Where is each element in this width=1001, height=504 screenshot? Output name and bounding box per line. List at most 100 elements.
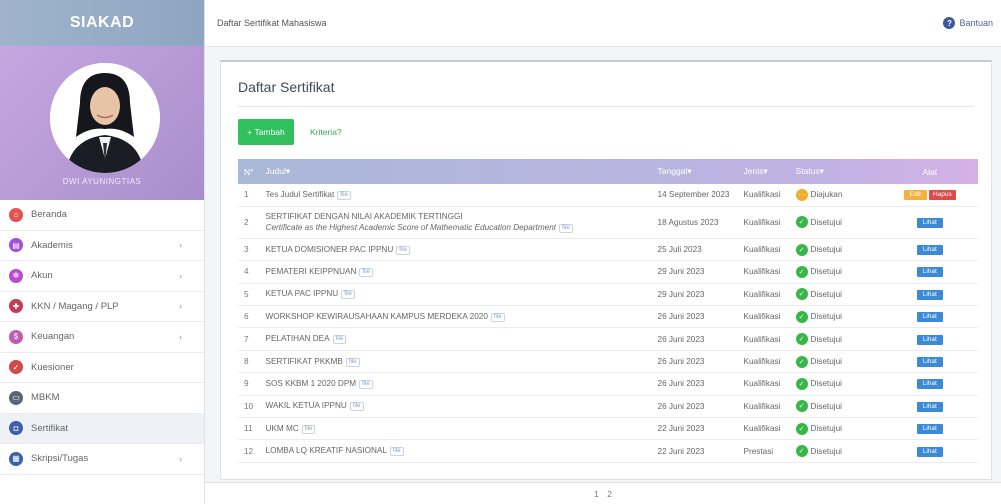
column-header-jenis-label: Jenis xyxy=(743,166,764,176)
file-icon[interactable]: file xyxy=(490,312,505,322)
cell-alat: Lihat xyxy=(881,417,978,441)
check-icon: ✓ xyxy=(795,377,808,390)
wallet-icon: $ xyxy=(9,329,23,344)
view-button[interactable]: Lihat xyxy=(916,312,943,323)
cell-status: ✓ Disetujui xyxy=(789,206,882,239)
view-button[interactable]: Lihat xyxy=(916,217,943,228)
status-label: Disetujui xyxy=(810,217,842,227)
row-number: 12 xyxy=(238,439,260,463)
avatar xyxy=(50,63,160,173)
column-header-judul[interactable]: Judul▾ xyxy=(260,159,652,184)
row-number: 7 xyxy=(238,327,260,351)
column-header-jenis[interactable]: Jenis▾ xyxy=(738,159,790,184)
cell-jenis: Kualifikasi xyxy=(737,372,790,396)
divider xyxy=(238,106,974,107)
sidebar-item-label: Kuesioner xyxy=(31,361,74,373)
table-row: 11 UKM MC file 22 Juni 2023 Kualifikasi ✓ Dise… xyxy=(238,417,978,441)
file-icon[interactable]: file xyxy=(559,223,573,233)
sidebar: SIAKAD DWI AYUNINGTIAS ⌂ Beranda ▤ Akademis… xyxy=(0,0,205,504)
help-link[interactable]: ? Bantuan xyxy=(943,17,993,29)
page-title: Daftar Sertifikat xyxy=(238,79,335,95)
breadcrumb: Daftar Sertifikat Mahasiswa xyxy=(217,18,327,28)
file-icon[interactable]: file xyxy=(341,290,355,300)
view-button[interactable]: Lihat xyxy=(916,401,943,412)
file-icon[interactable]: file xyxy=(359,379,373,389)
file-icon[interactable]: file xyxy=(349,402,364,412)
table-header-row: N° Judul▾ Tanggal▾ Jenis▾ Status▾ Alat xyxy=(238,159,978,184)
cell-status: ✓ Disetujui xyxy=(789,327,882,351)
cell-jenis: Kualifikasi xyxy=(737,350,790,374)
file-icon[interactable]: file xyxy=(389,447,404,457)
row-number: 1 xyxy=(238,184,260,207)
view-button[interactable]: Lihat xyxy=(916,424,943,435)
certificate-icon: ◘ xyxy=(9,421,23,436)
sidebar-item-beranda[interactable]: ⌂ Beranda xyxy=(0,200,204,231)
sidebar-item-akun[interactable]: ✻ Akun › xyxy=(0,261,204,292)
view-button[interactable]: Lihat xyxy=(916,357,943,368)
cell-tanggal: 26 Juni 2023 xyxy=(651,305,738,329)
column-header-no: N° xyxy=(244,166,254,177)
add-certificate-button[interactable]: + Tambah xyxy=(238,119,294,145)
status-label: Diajukan xyxy=(810,190,843,200)
certificate-table: N° Judul▾ Tanggal▾ Jenis▾ Status▾ Alat 1… xyxy=(238,159,978,463)
file-icon[interactable]: file xyxy=(337,190,351,200)
certificate-title: PEMATERI KEIPPNUAN xyxy=(265,266,357,276)
column-header-tanggal[interactable]: Tanggal▾ xyxy=(652,159,738,184)
cell-alat: Lihat xyxy=(881,327,978,351)
sidebar-item-kuesioner[interactable]: ✓ Kuesioner xyxy=(0,353,204,383)
delete-button[interactable]: Hapus xyxy=(928,190,956,201)
file-icon[interactable]: file xyxy=(359,267,374,277)
edit-button[interactable]: Edit xyxy=(903,190,927,201)
home-icon: ⌂ xyxy=(9,207,23,222)
certificate-title: Tes Judul Sertifikat xyxy=(265,189,335,199)
file-icon[interactable]: file xyxy=(345,357,360,367)
sidebar-item-mbkm[interactable]: ▭ MBKM xyxy=(0,383,204,414)
page-link-1[interactable]: 1 xyxy=(594,489,599,499)
view-button[interactable]: Lihat xyxy=(916,379,943,390)
view-button[interactable]: Lihat xyxy=(916,446,943,457)
view-button[interactable]: Lihat xyxy=(916,289,943,300)
cell-status: ✓ Disetujui xyxy=(789,417,882,441)
column-header-judul-label: Judul xyxy=(265,166,286,176)
table-row: 5 KETUA PAC IPPNU file 29 Juni 2023 Kualifik… xyxy=(238,283,978,307)
sidebar-item-keuangan[interactable]: $ Keuangan › xyxy=(0,322,204,353)
certificate-panel: Daftar Sertifikat + Tambah Kriteria? N° … xyxy=(220,60,992,480)
row-number: 4 xyxy=(238,260,260,284)
cell-alat: Lihat xyxy=(881,439,978,463)
cell-alat: Lihat xyxy=(881,283,978,307)
sidebar-item-skripsi-tugas[interactable]: ▦ Skripsi/Tugas › xyxy=(0,444,204,475)
view-button[interactable]: Lihat xyxy=(916,267,943,278)
cell-judul: SOS KKBM 1 2020 DPM file xyxy=(259,372,652,396)
view-button[interactable]: Lihat xyxy=(916,245,943,256)
certificate-title: PELATIHAN DEA xyxy=(265,334,330,344)
pagination: 1 2 xyxy=(205,482,1001,504)
profile-name: DWI AYUNINGTIAS xyxy=(62,177,142,186)
cell-tanggal: 29 Juni 2023 xyxy=(651,283,738,307)
document-icon: ▦ xyxy=(9,451,23,466)
cell-alat: Lihat xyxy=(881,395,978,419)
cell-judul: WORKSHOP KEWIRAUSAHAAN KAMPUS MERDEKA 20… xyxy=(259,305,652,329)
column-header-status[interactable]: Status▾ xyxy=(790,159,882,184)
certificate-title: KETUA DOMISIONER PAC IPPNU xyxy=(265,244,394,254)
sidebar-item-akademis[interactable]: ▤ Akademis › xyxy=(0,231,204,261)
page-link-2[interactable]: 2 xyxy=(607,489,612,499)
gear-icon: ✻ xyxy=(9,268,23,283)
cell-alat: Lihat xyxy=(881,206,978,239)
criteria-link[interactable]: Kriteria? xyxy=(310,127,342,137)
cell-status: ✓ Disetujui xyxy=(789,283,882,307)
cell-status: ✓ Disetujui xyxy=(789,305,882,329)
app-brand[interactable]: SIAKAD xyxy=(0,0,204,46)
status-label: Disetujui xyxy=(810,357,842,367)
cell-tanggal: 26 Juni 2023 xyxy=(651,327,738,351)
status-badge: ✓ Disetujui xyxy=(795,445,876,458)
cell-status: ✓ Disetujui xyxy=(789,260,882,284)
file-icon[interactable]: file xyxy=(301,424,316,434)
status-badge: ✓ Disetujui xyxy=(795,377,876,390)
sidebar-item-kkn-magang-plp[interactable]: ✚ KKN / Magang / PLP › xyxy=(0,292,204,322)
sidebar-item-sertifikat[interactable]: ◘ Sertifikat xyxy=(0,413,204,444)
status-label: Disetujui xyxy=(810,245,842,255)
file-icon[interactable]: file xyxy=(332,335,347,345)
view-button[interactable]: Lihat xyxy=(916,334,943,345)
file-icon[interactable]: file xyxy=(396,245,410,255)
cell-alat: Lihat xyxy=(881,305,978,329)
